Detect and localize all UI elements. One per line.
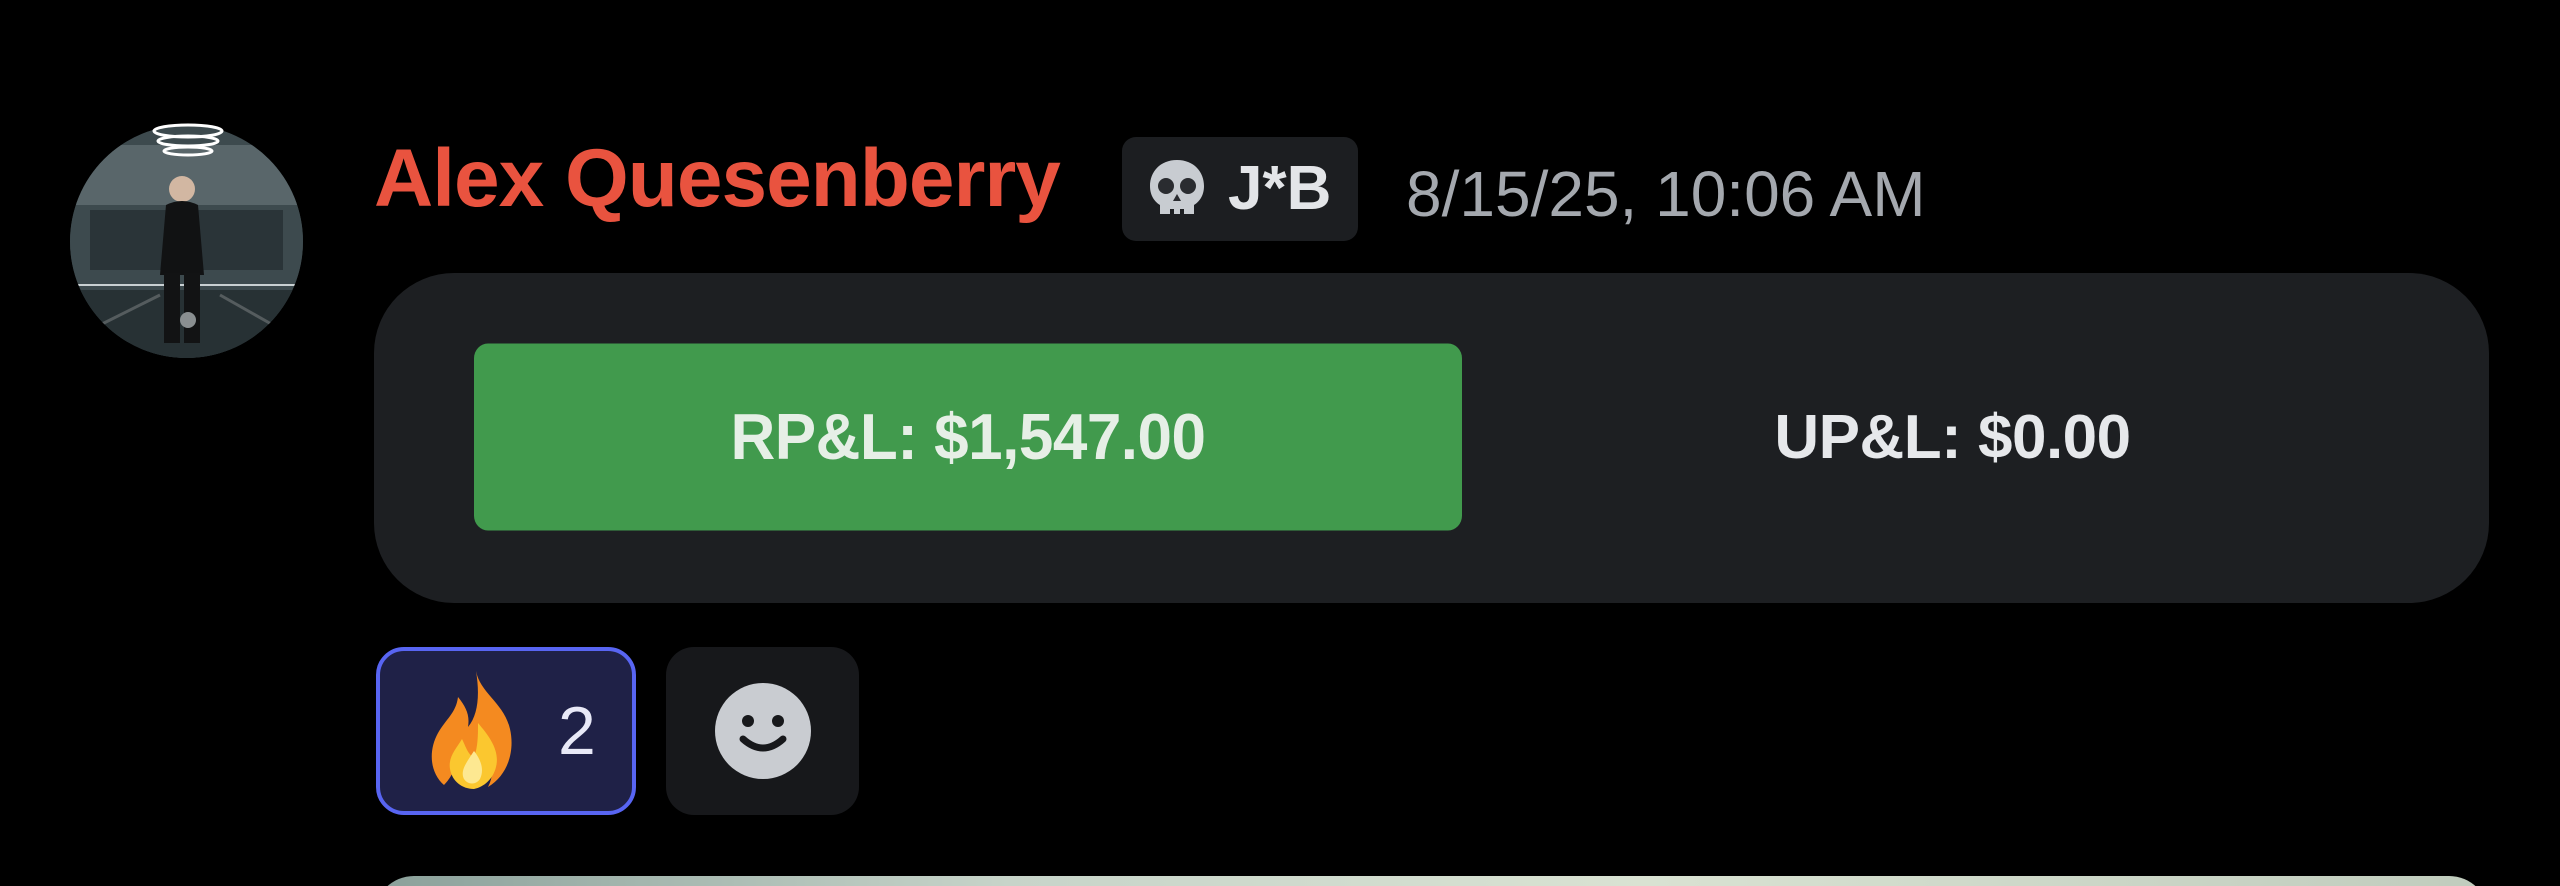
unrealized-pnl-button[interactable]: UP&L: $0.00 (1560, 348, 2345, 526)
author-name[interactable]: Alex Quesenberry (374, 138, 1061, 220)
fire-icon (431, 671, 512, 789)
next-embed-preview (374, 876, 2489, 886)
add-reaction-button[interactable] (666, 647, 859, 815)
reaction-count: 2 (558, 693, 596, 769)
role-tag[interactable]: J*B (1122, 137, 1358, 241)
chat-message: Alex Quesenberry J*B 8/15/25, 10:06 AM R… (0, 0, 2560, 886)
timestamp[interactable]: 8/15/25, 10:06 AM (1406, 162, 1926, 226)
reaction-fire[interactable]: 2 (376, 647, 636, 815)
realized-pnl-button[interactable]: RP&L: $1,547.00 (474, 343, 1462, 531)
halo-icon (152, 123, 224, 157)
add-reaction-smile-icon (714, 683, 811, 779)
skull-icon (1150, 160, 1204, 214)
avatar-photo (70, 125, 303, 358)
avatar[interactable] (70, 123, 303, 358)
role-tag-label: J*B (1228, 154, 1332, 223)
